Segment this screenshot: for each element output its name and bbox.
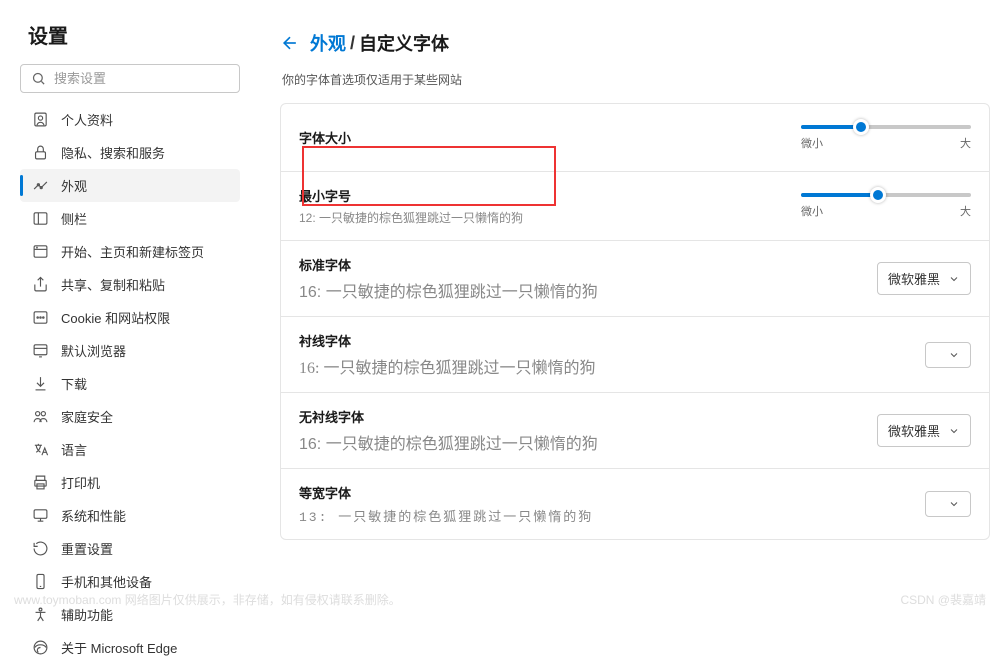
nav-label: 隐私、搜索和服务 xyxy=(61,143,165,162)
nav-label: 家庭安全 xyxy=(61,407,113,426)
nav-label: 侧栏 xyxy=(61,209,87,228)
nav-label: 重置设置 xyxy=(61,539,113,558)
nav-cookies[interactable]: Cookie 和网站权限 xyxy=(20,301,240,334)
profile-icon xyxy=(32,111,49,128)
footer-watermark-right: CSDN @裴嘉靖 xyxy=(900,591,986,608)
row-sample: 16: 一只敏捷的棕色狐狸跳过一只懒惰的狗 xyxy=(299,354,905,378)
row-sample: 16: 一只敏捷的棕色狐狸跳过一只懒惰的狗 xyxy=(299,430,857,454)
settings-title: 设置 xyxy=(20,20,250,49)
nav-appearance[interactable]: 外观 xyxy=(20,169,240,202)
row-sample: 12: 一只敏捷的棕色狐狸跳过一只懒惰的狗 xyxy=(299,209,781,226)
nav-language[interactable]: 语言 xyxy=(20,433,240,466)
nav-privacy[interactable]: 隐私、搜索和服务 xyxy=(20,136,240,169)
row-sample: 13: 一只敏捷的棕色狐狸跳过一只懒惰的狗 xyxy=(299,506,905,525)
nav-share[interactable]: 共享、复制和粘贴 xyxy=(20,268,240,301)
appearance-icon xyxy=(32,177,49,194)
row-serif-font: 衬线字体 16: 一只敏捷的棕色狐狸跳过一只懒惰的狗 xyxy=(281,317,989,393)
row-title: 字体大小 xyxy=(299,128,781,147)
slider-max-label: 大 xyxy=(960,203,971,219)
nav-label: 默认浏览器 xyxy=(61,341,126,360)
system-icon xyxy=(32,507,49,524)
browser-icon xyxy=(32,342,49,359)
nav-label: 手机和其他设备 xyxy=(61,572,152,591)
row-font-size: 字体大小 微小 大 xyxy=(281,104,989,172)
row-min-font: 最小字号 12: 一只敏捷的棕色狐狸跳过一只懒惰的狗 微小 大 xyxy=(281,172,989,241)
nav-label: 语言 xyxy=(61,440,87,459)
share-icon xyxy=(32,276,49,293)
min-font-slider[interactable]: 微小 大 xyxy=(801,193,971,219)
search-box[interactable] xyxy=(20,64,240,93)
breadcrumb: 外观 / 自定义字体 xyxy=(280,30,990,56)
chevron-down-icon xyxy=(948,273,960,285)
font-settings-card: 字体大小 微小大 最小字号 12: 一只敏捷的棕色狐狸跳过一只懒惰的狗 微小大 xyxy=(280,103,990,540)
nav-label: 开始、主页和新建标签页 xyxy=(61,242,204,261)
nav-printers[interactable]: 打印机 xyxy=(20,466,240,499)
row-title: 无衬线字体 xyxy=(299,407,857,426)
lock-icon xyxy=(32,144,49,161)
nav-about[interactable]: 关于 Microsoft Edge xyxy=(20,631,240,664)
row-sans-font: 无衬线字体 16: 一只敏捷的棕色狐狸跳过一只懒惰的狗 微软雅黑 xyxy=(281,393,989,469)
nav-label: 系统和性能 xyxy=(61,506,126,525)
family-icon xyxy=(32,408,49,425)
nav-default-browser[interactable]: 默认浏览器 xyxy=(20,334,240,367)
nav-label: 共享、复制和粘贴 xyxy=(61,275,165,294)
nav-label: Cookie 和网站权限 xyxy=(61,308,170,327)
cookie-icon xyxy=(32,309,49,326)
nav-downloads[interactable]: 下载 xyxy=(20,367,240,400)
nav-list: 个人资料 隐私、搜索和服务 外观 侧栏 开始、主页和新建标签页 共享、复制和粘贴… xyxy=(20,103,250,664)
slider-max-label: 大 xyxy=(960,135,971,151)
row-sample: 16: 一只敏捷的棕色狐狸跳过一只懒惰的狗 xyxy=(299,278,857,302)
chevron-down-icon xyxy=(948,498,960,510)
nav-label: 个人资料 xyxy=(61,110,113,129)
breadcrumb-parent[interactable]: 外观 xyxy=(310,30,346,56)
slider-min-label: 微小 xyxy=(801,203,823,219)
download-icon xyxy=(32,375,49,392)
dropdown-label: 微软雅黑 xyxy=(888,269,940,288)
accessibility-icon xyxy=(32,606,49,623)
nav-start[interactable]: 开始、主页和新建标签页 xyxy=(20,235,240,268)
standard-font-dropdown[interactable]: 微软雅黑 xyxy=(877,262,971,295)
edge-icon xyxy=(32,639,49,656)
sans-font-dropdown[interactable]: 微软雅黑 xyxy=(877,414,971,447)
back-arrow-icon[interactable] xyxy=(280,33,300,53)
language-icon xyxy=(32,441,49,458)
footer-watermark-left: www.toymoban.com 网络图片仅供展示，非存储，如有侵权请联系删除。 xyxy=(14,591,401,608)
row-title: 标准字体 xyxy=(299,255,857,274)
row-standard-font: 标准字体 16: 一只敏捷的棕色狐狸跳过一只懒惰的狗 微软雅黑 xyxy=(281,241,989,317)
row-title: 等宽字体 xyxy=(299,483,905,502)
chevron-down-icon xyxy=(948,425,960,437)
mono-font-dropdown[interactable] xyxy=(925,491,971,517)
nav-profile[interactable]: 个人资料 xyxy=(20,103,240,136)
nav-family[interactable]: 家庭安全 xyxy=(20,400,240,433)
nav-label: 关于 Microsoft Edge xyxy=(61,638,177,657)
phone-icon xyxy=(32,573,49,590)
nav-reset[interactable]: 重置设置 xyxy=(20,532,240,565)
breadcrumb-sep: / xyxy=(350,33,355,54)
main-content: 外观 / 自定义字体 你的字体首选项仅适用于某些网站 字体大小 微小大 最小字号… xyxy=(250,0,1000,622)
nav-sidebar[interactable]: 侧栏 xyxy=(20,202,240,235)
row-mono-font: 等宽字体 13: 一只敏捷的棕色狐狸跳过一只懒惰的狗 xyxy=(281,469,989,539)
nav-label: 打印机 xyxy=(61,473,100,492)
nav-label: 外观 xyxy=(61,176,87,195)
nav-label: 下载 xyxy=(61,374,87,393)
search-icon xyxy=(31,71,46,86)
slider-min-label: 微小 xyxy=(801,135,823,151)
subtitle: 你的字体首选项仅适用于某些网站 xyxy=(282,71,990,88)
row-title: 最小字号 xyxy=(299,186,781,205)
search-input[interactable] xyxy=(54,71,230,86)
reset-icon xyxy=(32,540,49,557)
printer-icon xyxy=(32,474,49,491)
chevron-down-icon xyxy=(948,349,960,361)
font-size-slider[interactable]: 微小 大 xyxy=(801,125,971,151)
serif-font-dropdown[interactable] xyxy=(925,342,971,368)
nav-system[interactable]: 系统和性能 xyxy=(20,499,240,532)
start-icon xyxy=(32,243,49,260)
breadcrumb-current: 自定义字体 xyxy=(359,30,449,56)
settings-sidebar: 设置 个人资料 隐私、搜索和服务 外观 侧栏 开始、主页和新建标签页 共享、复制… xyxy=(0,0,250,622)
row-title: 衬线字体 xyxy=(299,331,905,350)
dropdown-label: 微软雅黑 xyxy=(888,421,940,440)
sidebar-icon xyxy=(32,210,49,227)
